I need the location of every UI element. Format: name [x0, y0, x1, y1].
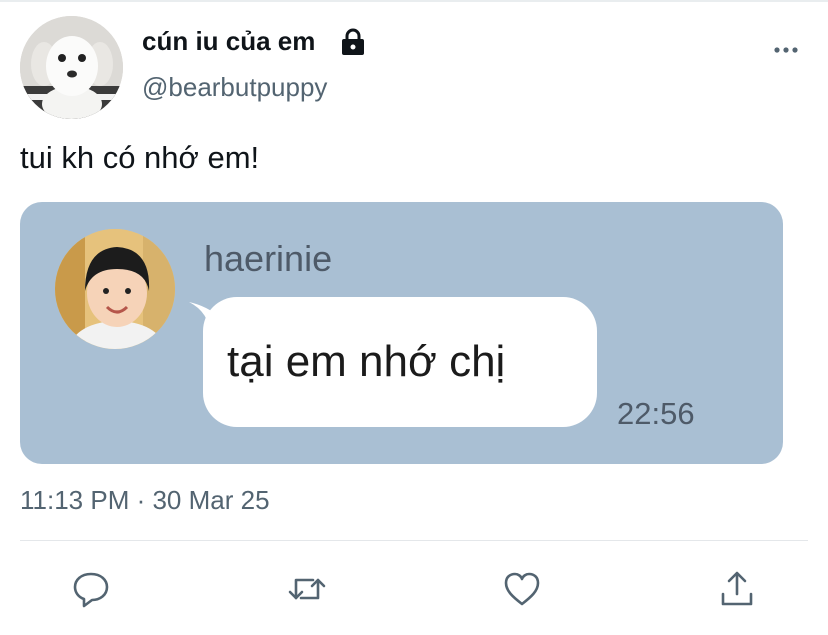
- chat-bubble: tại em nhớ chị: [203, 297, 597, 427]
- tweet-text: tui kh có nhớ em!: [20, 140, 260, 175]
- like-icon[interactable]: [501, 568, 543, 610]
- divider: [20, 540, 808, 541]
- retweet-icon[interactable]: [286, 568, 328, 610]
- tweet-timestamp[interactable]: 11:13 PM · 30 Mar 25: [20, 485, 270, 516]
- chat-sender-name: haerinie: [204, 238, 333, 279]
- reply-icon[interactable]: [70, 568, 112, 610]
- display-name[interactable]: cún iu của em: [142, 26, 315, 57]
- chat-message: tại em nhớ chị: [227, 337, 506, 386]
- author-avatar[interactable]: [20, 16, 123, 119]
- lock-icon: [342, 28, 364, 55]
- top-divider: [0, 0, 828, 2]
- chat-time: 22:56: [617, 396, 695, 431]
- chat-avatar: [55, 229, 175, 349]
- more-horizontal-icon[interactable]: [770, 34, 802, 66]
- tweet-media[interactable]: haerinie tại em nhớ chị 22:56: [20, 202, 783, 464]
- share-icon[interactable]: [716, 568, 758, 610]
- author-handle[interactable]: @bearbutpuppy: [142, 72, 327, 103]
